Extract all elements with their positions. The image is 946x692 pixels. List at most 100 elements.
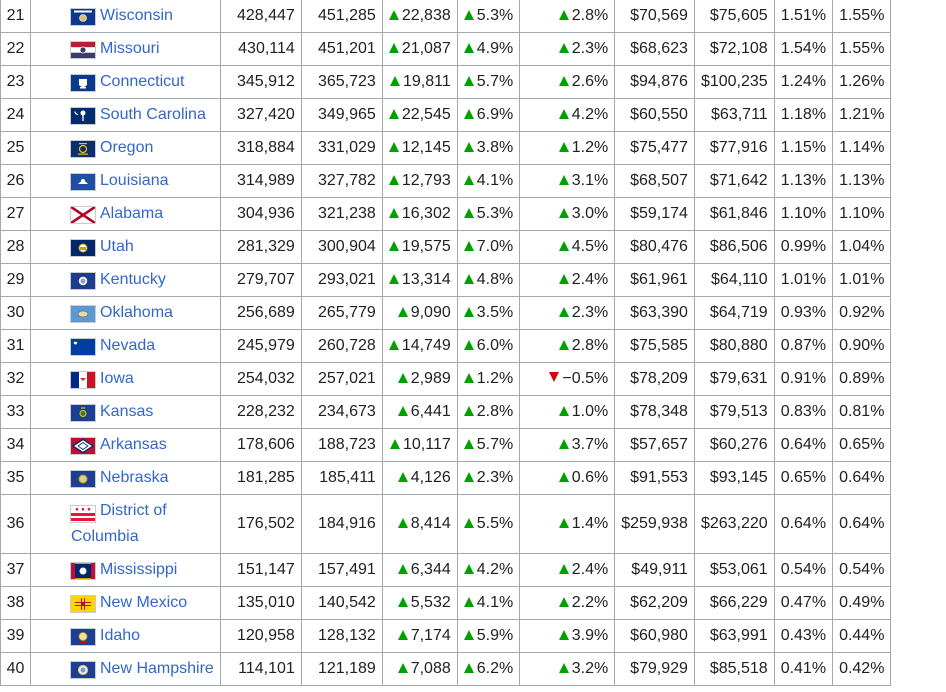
change-pct-value: 3.8%	[476, 139, 514, 156]
change-value: 7,174	[410, 627, 451, 644]
state-name[interactable]: Nebraska	[100, 469, 168, 487]
increase-triangle-icon	[558, 307, 569, 317]
table-row: 34 Arkansas 178,606 188,723 10,117 5.7% 3.7% $5…	[0, 428, 892, 462]
change-cell: 16,302	[381, 197, 458, 231]
state-name[interactable]: Wisconsin	[100, 7, 173, 25]
state-link[interactable]: Utah	[30, 230, 221, 264]
increase-triangle-icon	[558, 663, 569, 673]
flag-nebraska-icon	[70, 470, 96, 488]
change-value: 10,117	[403, 436, 451, 453]
state-name[interactable]: Arkansas	[100, 436, 167, 454]
change-pct-value: 1.2%	[476, 370, 514, 387]
state-link[interactable]: Missouri	[30, 32, 221, 66]
flag-oregon-icon	[70, 140, 96, 158]
state-name[interactable]: Louisiana	[100, 172, 169, 190]
state-link[interactable]: Alabama	[30, 197, 221, 231]
state-name[interactable]: South Carolina	[100, 106, 206, 124]
state-link[interactable]: Nebraska	[30, 461, 221, 495]
increase-triangle-icon	[463, 109, 474, 119]
state-name[interactable]: Alabama	[100, 205, 163, 223]
value-2022-cell: 430,114	[219, 32, 302, 66]
state-name[interactable]: New Hampshire	[100, 660, 214, 678]
increase-triangle-icon	[558, 564, 569, 574]
value-2022-cell: 318,884	[219, 131, 302, 165]
state-link[interactable]: Oklahoma	[30, 296, 221, 330]
flag-south-carolina-icon	[70, 107, 96, 125]
state-name[interactable]: Oklahoma	[100, 304, 173, 322]
per-capita-2023-cell: $100,235	[693, 65, 775, 99]
increase-triangle-icon	[390, 76, 400, 86]
state-name[interactable]: Idaho	[100, 627, 140, 645]
per-capita-2023-cell: $75,605	[693, 0, 775, 33]
state-name[interactable]: Nevada	[100, 337, 155, 355]
state-link[interactable]: Kansas	[30, 395, 221, 429]
per-capita-2022-cell: $78,209	[614, 362, 695, 396]
state-link[interactable]: Nevada	[30, 329, 221, 363]
state-link[interactable]: Kentucky	[30, 263, 221, 297]
value-2023-cell: 185,411	[300, 461, 383, 495]
state-link[interactable]: Iowa	[30, 362, 221, 396]
change-cell: 22,838	[381, 0, 458, 33]
increase-triangle-icon	[558, 274, 569, 284]
value-2023-cell: 234,673	[300, 395, 383, 429]
change-value: 7,088	[410, 660, 451, 677]
state-link[interactable]: South Carolina	[30, 98, 221, 132]
state-name[interactable]: Mississippi	[100, 561, 177, 579]
change-pct-cell: 3.8%	[456, 131, 521, 165]
real-growth-value: −0.5%	[562, 370, 609, 387]
rank-cell: 34	[0, 428, 31, 462]
per-capita-2022-cell: $79,929	[614, 652, 695, 686]
state-name[interactable]: Missouri	[100, 40, 160, 58]
change-value: 16,302	[401, 205, 451, 222]
state-link[interactable]: Idaho	[30, 619, 221, 653]
increase-triangle-icon	[463, 663, 474, 673]
increase-triangle-icon	[558, 10, 569, 20]
state-name[interactable]: New Mexico	[100, 594, 187, 612]
share-2022-cell: 0.54%	[773, 553, 834, 587]
change-pct-cell: 2.8%	[456, 395, 521, 429]
state-link[interactable]: District of Columbia	[30, 494, 221, 554]
value-2022-cell: 176,502	[219, 494, 302, 554]
rank-cell: 32	[0, 362, 31, 396]
state-link[interactable]: Connecticut	[30, 65, 221, 99]
state-name[interactable]: Connecticut	[100, 73, 185, 91]
state-link[interactable]: Oregon	[30, 131, 221, 165]
per-capita-2023-cell: $77,916	[693, 131, 775, 165]
increase-triangle-icon	[388, 241, 399, 251]
share-2022-cell: 1.51%	[773, 0, 834, 33]
real-growth-cell: 0.6%	[519, 461, 616, 495]
value-2022-cell: 314,989	[219, 164, 302, 198]
flag-utah-icon	[70, 239, 96, 257]
share-2022-cell: 0.93%	[773, 296, 834, 330]
table-row: 30 Oklahoma 256,689 265,779 9,090 3.5% 2.3% $63…	[0, 296, 892, 330]
state-name[interactable]: Kentucky	[100, 271, 166, 289]
table-body: 21 Wisconsin 428,447 451,285 22,838 5.3% 2.8% $…	[0, 0, 892, 686]
share-2023-cell: 0.49%	[832, 586, 892, 620]
share-2023-cell: 1.55%	[832, 0, 892, 33]
state-link[interactable]: New Hampshire	[30, 652, 221, 686]
change-pct-cell: 5.9%	[456, 619, 521, 653]
flag-louisiana-icon	[70, 173, 96, 191]
state-link[interactable]: New Mexico	[30, 586, 221, 620]
per-capita-2023-cell: $61,846	[693, 197, 775, 231]
state-link[interactable]: Wisconsin	[30, 0, 221, 33]
state-link[interactable]: Mississippi	[30, 553, 221, 587]
value-2023-cell: 293,021	[300, 263, 383, 297]
state-name[interactable]: Kansas	[100, 403, 153, 421]
change-pct-value: 6.0%	[476, 337, 514, 354]
change-pct-value: 7.0%	[476, 238, 514, 255]
state-name[interactable]: Iowa	[100, 370, 134, 388]
real-growth-value: 2.8%	[571, 337, 609, 354]
real-growth-value: 2.8%	[571, 7, 609, 24]
state-link[interactable]: Louisiana	[30, 164, 221, 198]
change-pct-cell: 1.2%	[456, 362, 521, 396]
state-name[interactable]: Utah	[100, 238, 134, 256]
real-growth-value: 2.3%	[571, 304, 609, 321]
state-link[interactable]: Arkansas	[30, 428, 221, 462]
value-2022-cell: 228,232	[219, 395, 302, 429]
share-2023-cell: 0.65%	[832, 428, 892, 462]
increase-triangle-icon	[558, 439, 569, 449]
state-name[interactable]: Oregon	[100, 139, 153, 157]
increase-triangle-icon	[558, 518, 569, 528]
increase-triangle-icon	[463, 373, 474, 383]
